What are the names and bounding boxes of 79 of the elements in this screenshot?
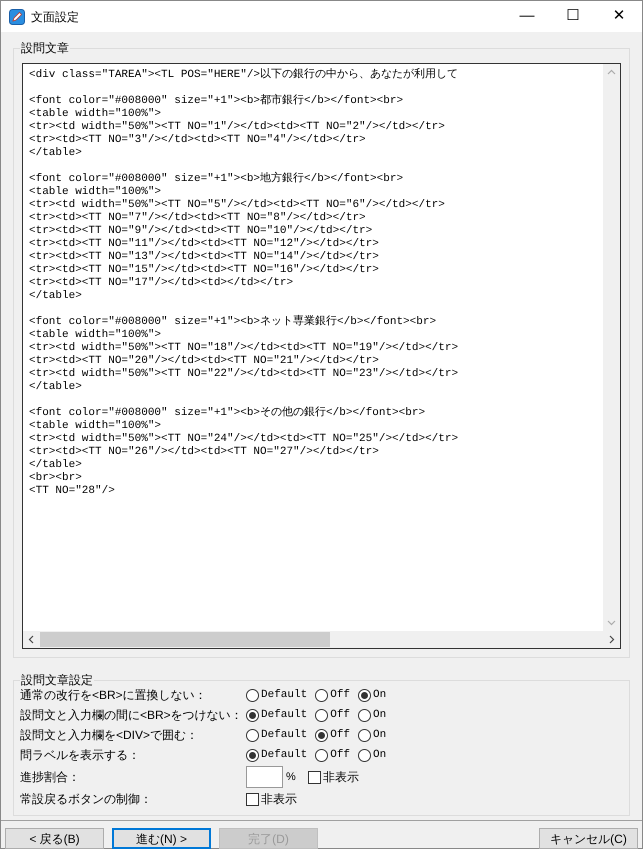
- radio-button[interactable]: [315, 728, 328, 742]
- setting-label: 設問文と入力欄を<DIV>で囲む：: [20, 727, 200, 744]
- code-line: <tr><td width="50%"><TT NO="24"/></td><td><TT NO="25"/></td></tr>: [29, 433, 460, 446]
- scrollbar-thumb[interactable]: [40, 632, 330, 647]
- horizontal-scrollbar[interactable]: [23, 631, 620, 648]
- checkbox-label: 非表示: [322, 769, 359, 786]
- code-line: <font color="#008000" size="+1"><b>その他の銀行</b></font><br>: [29, 407, 426, 420]
- radio-button[interactable]: [315, 688, 328, 702]
- minimize-button[interactable]: —: [504, 1, 550, 32]
- setting-label: 問ラベルを表示する：: [20, 747, 141, 764]
- code-line: <tr><td width="50%"><TT NO="1"/></td><td><TT NO="2"/></td></tr>: [29, 121, 446, 134]
- radio-label: On: [373, 728, 386, 743]
- unit-label: %: [286, 770, 296, 785]
- code-line: <tr><td><TT NO="20"/></td><td><TT NO="21"/></td></tr>: [29, 355, 380, 368]
- code-line: <tr><td><TT NO="9"/></td><td><TT NO="10"/></td></tr>: [29, 225, 374, 238]
- scroll-left-icon[interactable]: [27, 635, 36, 644]
- code-line: </table>: [29, 459, 83, 472]
- code-line: <tr><td width="50%"><TT NO="5"/></td><td><TT NO="6"/></td></tr>: [29, 199, 446, 212]
- radio-label: Default: [261, 728, 308, 743]
- code-line: <div class="TAREA"><TL POS="HERE"/>以下の銀行の中から、あなたが利用して: [29, 69, 460, 82]
- code-line: <br><br>: [29, 472, 83, 485]
- code-line: <tr><td><TT NO="11"/></td><td><TT NO="12"/></td></tr>: [29, 238, 380, 251]
- code-line: <tr><td width="50%"><TT NO="18"/></td><td><TT NO="19"/></td></tr>: [29, 342, 460, 355]
- code-line: <table width="100%">: [29, 108, 162, 121]
- code-line: </table>: [29, 381, 83, 394]
- radio-label: Off: [330, 708, 350, 723]
- radio-button[interactable]: [246, 728, 259, 742]
- radio-label: Default: [261, 688, 308, 703]
- code-line: <table width="100%">: [29, 420, 162, 433]
- dialog-button[interactable]: 進む(N) >: [112, 828, 211, 849]
- dialog-button[interactable]: キャンセル(C): [539, 828, 638, 849]
- group-label: 設問文章: [20, 41, 70, 55]
- radio-button[interactable]: [358, 708, 372, 722]
- setting-label: 常設戻るボタンの制御：: [20, 791, 153, 808]
- code-line: <tr><td><TT NO="15"/></td><td><TT NO="16"/></td></tr>: [29, 264, 380, 277]
- radio-button[interactable]: [315, 708, 328, 722]
- setting-label: 通常の改行を<BR>に置換しない：: [20, 687, 208, 704]
- radio-button[interactable]: [358, 748, 372, 762]
- scroll-right-icon[interactable]: [607, 635, 616, 644]
- window-title: 文面設定: [31, 8, 79, 26]
- checkbox-label: 非表示: [261, 791, 297, 808]
- code-line: <tr><td width="50%"><TT NO="22"/></td><td><TT NO="23"/></td></tr>: [29, 368, 460, 381]
- radio-label: On: [373, 748, 386, 763]
- dialog-button[interactable]: < 戻る(B): [5, 828, 104, 849]
- radio-label: Off: [330, 728, 350, 743]
- close-button[interactable]: ✕: [596, 1, 642, 32]
- code-line: <tr><td><TT NO="17"/></td><td></td></tr>: [29, 277, 294, 290]
- setting-label: 設問文と入力欄の間に<BR>をつけない：: [20, 707, 244, 724]
- code-line: <font color="#008000" size="+1"><b>地方銀行</b></font><br>: [29, 173, 404, 186]
- pencil-icon: [9, 8, 25, 24]
- group-label: 設問文章設定: [20, 673, 94, 687]
- percent-field[interactable]: [246, 766, 283, 788]
- checkbox[interactable]: [246, 792, 259, 806]
- radio-label: Off: [330, 688, 350, 703]
- radio-label: On: [373, 708, 386, 723]
- code-line: </table>: [29, 290, 83, 303]
- code-line: <tr><td><TT NO="26"/></td><td><TT NO="27"/></td></tr>: [29, 446, 380, 459]
- radio-label: On: [373, 688, 386, 703]
- radio-label: Default: [261, 708, 308, 723]
- radio-button[interactable]: [246, 708, 259, 722]
- radio-label: Off: [330, 748, 350, 763]
- maximize-button[interactable]: ☐: [550, 1, 596, 32]
- code-line: <TT NO="28"/>: [29, 485, 116, 498]
- radio-button[interactable]: [246, 748, 259, 762]
- radio-button[interactable]: [315, 748, 328, 762]
- code-line: </table>: [29, 147, 83, 160]
- checkbox[interactable]: [308, 770, 321, 784]
- code-line: <table width="100%">: [29, 186, 162, 199]
- radio-button[interactable]: [358, 728, 372, 742]
- radio-label: Default: [261, 748, 308, 763]
- setting-label: 進捗割合：: [20, 769, 81, 786]
- code-line: <tr><td><TT NO="7"/></td><td><TT NO="8"/></td></tr>: [29, 212, 367, 225]
- code-line: <table width="100%">: [29, 329, 162, 342]
- code-line: <font color="#008000" size="+1"><b>ネット専業銀行</b></font><br>: [29, 316, 438, 329]
- code-line: <font color="#008000" size="+1"><b>都市銀行</b></font><br>: [29, 95, 404, 108]
- radio-button[interactable]: [246, 688, 259, 702]
- code-line: <tr><td><TT NO="13"/></td><td><TT NO="14"/></td></tr>: [29, 251, 380, 264]
- code-line: <tr><td><TT NO="3"/></td><td><TT NO="4"/></td></tr>: [29, 134, 367, 147]
- radio-button[interactable]: [358, 688, 372, 702]
